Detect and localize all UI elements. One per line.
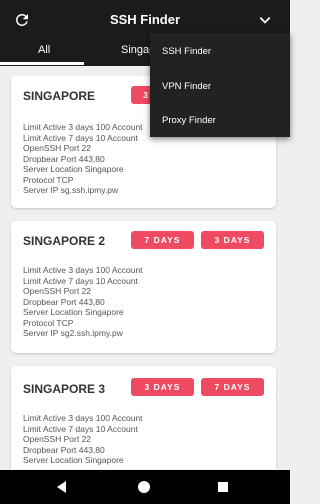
info-line: Server Location Singapore (23, 164, 124, 174)
info-line: Limit Active 7 days 10 Account (23, 275, 138, 286)
info-line: Protocol TCP (23, 317, 74, 328)
info-line: Dropbear Port 443,80 (23, 444, 105, 455)
card-title: SINGAPORE (23, 89, 96, 103)
info-line: Limit Active 7 days 10 Account (23, 132, 138, 143)
navigation-bar (0, 470, 290, 504)
server-info: Limit Active 3 days 100 Account Limit Ac… (23, 265, 143, 339)
badge-3-days[interactable]: 3 DAYS (131, 378, 194, 396)
info-line: Dropbear Port 443,80 (23, 296, 105, 307)
info-line: OpenSSH Port 22 (23, 434, 92, 444)
info-line: OpenSSH Port 22 (23, 143, 92, 153)
info-line: Limit Active 3 days 100 Account (23, 265, 143, 275)
info-line: Limit Active 3 days 100 Account (23, 122, 143, 132)
finder-menu: SSH Finder VPN Finder Proxy Finder (150, 33, 290, 137)
info-line: Server IP sg.ssh.ipmy.pw (23, 185, 119, 195)
info-line: Protocol TCP (23, 174, 74, 185)
info-line: Server IP sg2.ssh.ipmy.pw (23, 328, 123, 338)
server-card[interactable]: SINGAPORE 3 3 DAYS 7 DAYS Limit Active 3… (11, 366, 276, 469)
menu-item-ssh-finder[interactable]: SSH Finder (162, 46, 211, 57)
server-card[interactable]: SINGAPORE 2 7 DAYS 3 DAYS Limit Active 3… (11, 221, 276, 353)
server-info: Limit Active 3 days 100 Account Limit Ac… (23, 413, 143, 466)
recents-icon[interactable] (218, 482, 228, 492)
info-line: Server Location Singapore (23, 455, 124, 465)
info-line: Server Location Singapore (23, 307, 124, 317)
info-line: Limit Active 7 days 10 Account (23, 423, 138, 434)
tab-indicator (0, 62, 84, 65)
tab-all[interactable]: All (38, 44, 50, 56)
badge-3-days[interactable]: 3 DAYS (201, 231, 264, 249)
card-title: SINGAPORE 2 (23, 234, 106, 248)
home-icon[interactable] (138, 481, 150, 493)
info-line: Dropbear Port 443,80 (23, 153, 105, 164)
back-icon[interactable] (56, 481, 68, 493)
info-line: OpenSSH Port 22 (23, 286, 92, 296)
badge-7-days[interactable]: 7 DAYS (201, 378, 264, 396)
info-line: Limit Active 3 days 100 Account (23, 413, 143, 423)
server-info: Limit Active 3 days 100 Account Limit Ac… (23, 122, 143, 196)
menu-item-proxy-finder[interactable]: Proxy Finder (162, 115, 216, 126)
chevron-down-icon[interactable] (258, 13, 272, 27)
menu-item-vpn-finder[interactable]: VPN Finder (162, 81, 211, 92)
card-title: SINGAPORE 3 (23, 382, 106, 396)
app-title: SSH Finder (109, 12, 181, 27)
badge-7-days[interactable]: 7 DAYS (131, 231, 194, 249)
